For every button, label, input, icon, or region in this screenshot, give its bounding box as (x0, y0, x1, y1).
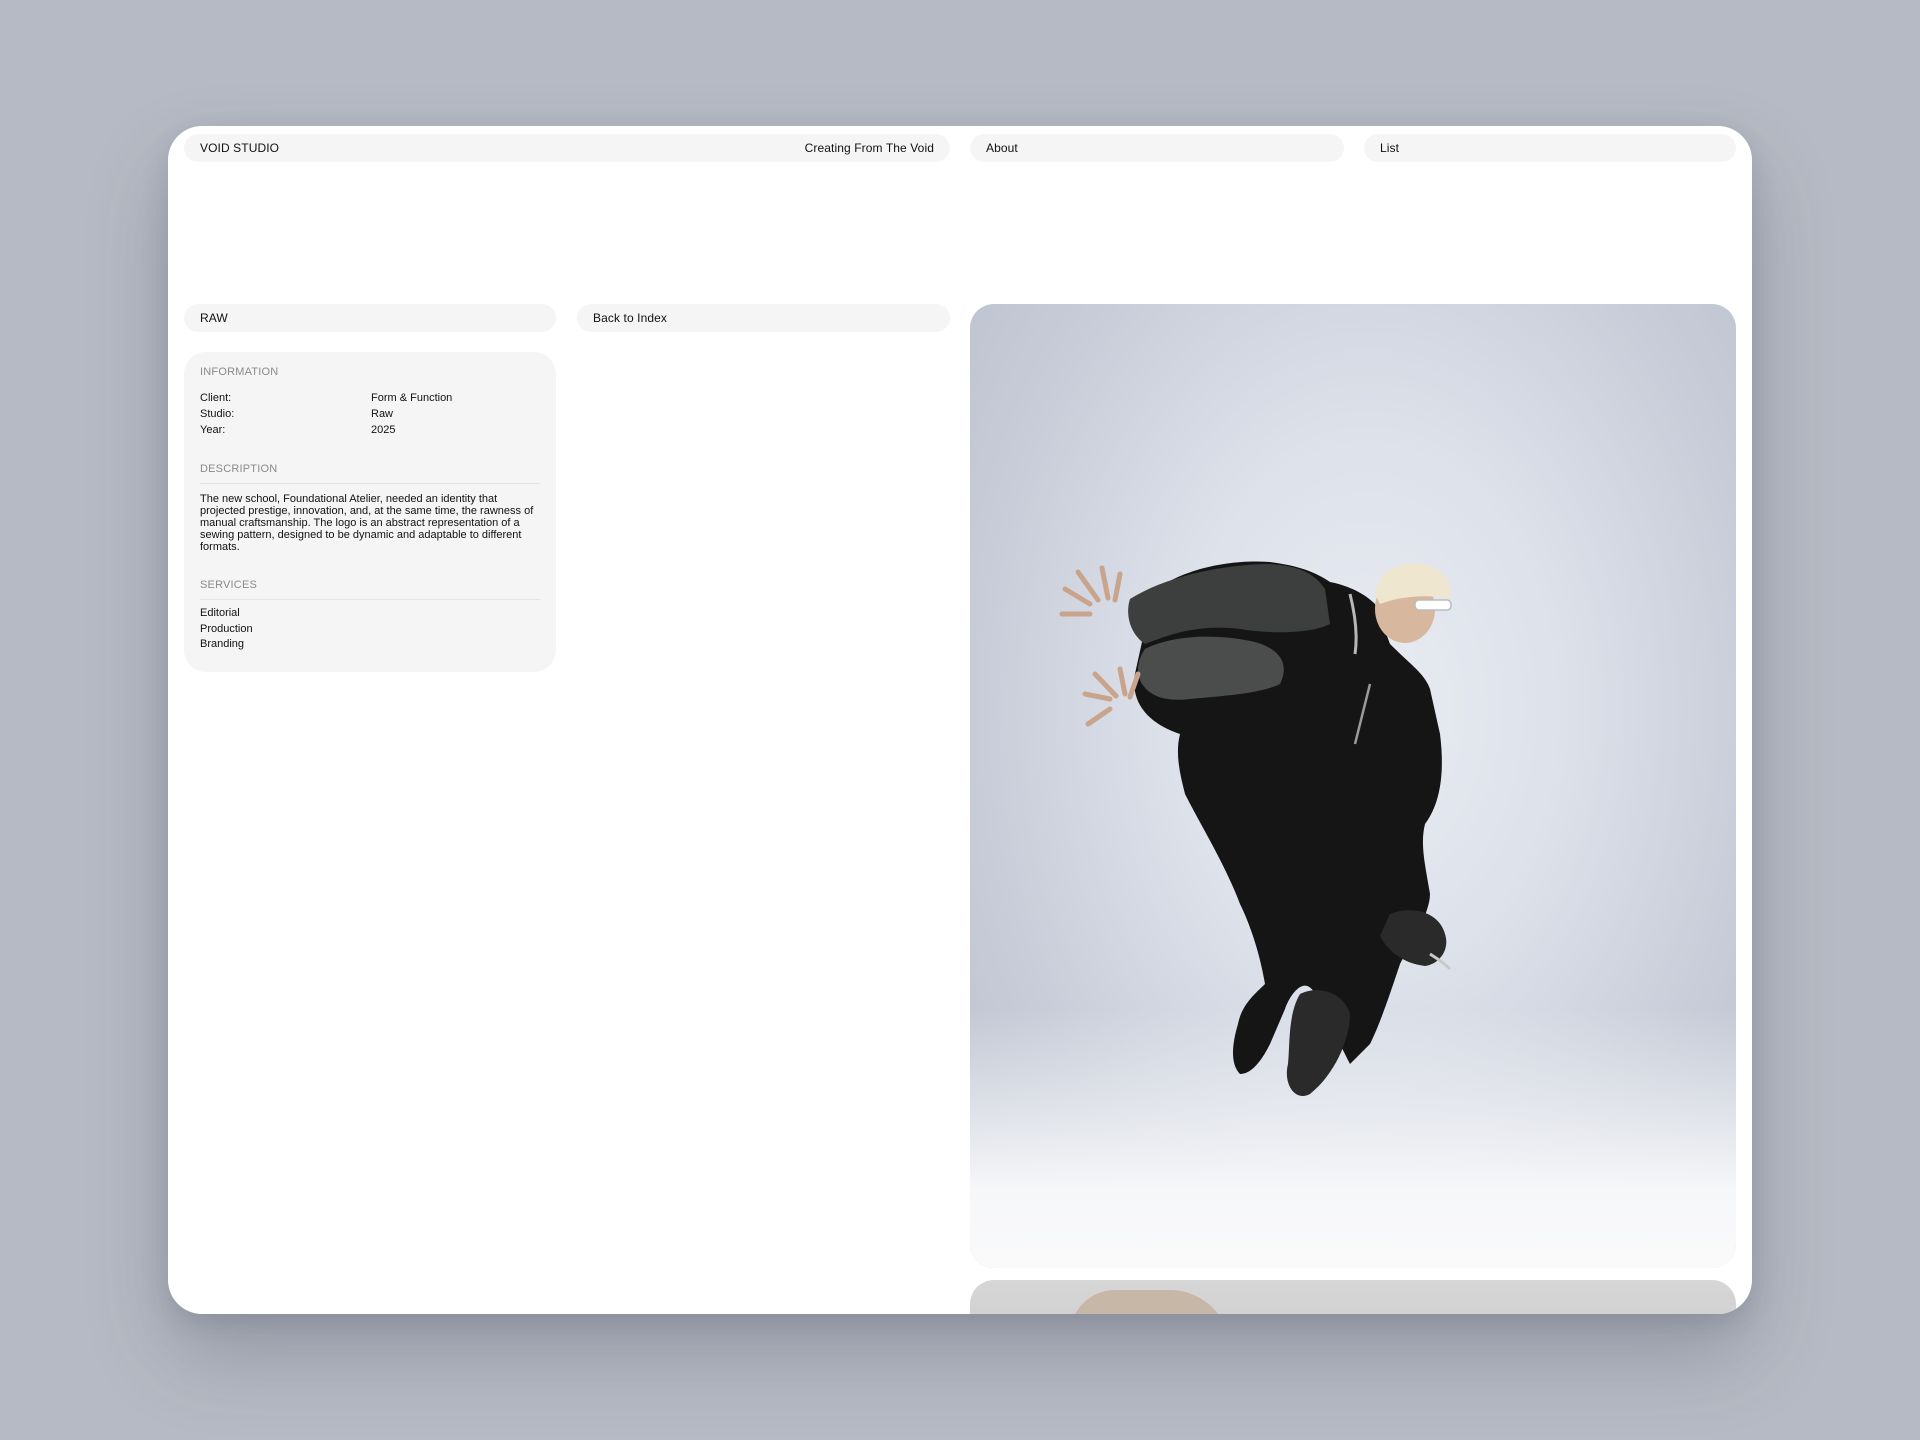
info-label-studio: Studio: (200, 408, 235, 420)
nav-list-label: List (1380, 141, 1400, 155)
nav-about-label: About (986, 141, 1018, 155)
information-heading: INFORMATION (200, 366, 279, 378)
description-text: The new school, Foundational Atelier, ne… (200, 493, 534, 553)
info-label-year: Year: (200, 424, 226, 436)
back-to-index-label: Back to Index (593, 311, 668, 325)
project-info-card: INFORMATION Client: Form & Function Stud… (184, 352, 556, 672)
preview-image-shape (1070, 1290, 1230, 1314)
services-heading: SERVICES (200, 579, 540, 600)
nav-list-button[interactable]: List (1364, 134, 1736, 162)
nav-about-button[interactable]: About (970, 134, 1344, 162)
info-value-studio: Raw (371, 408, 394, 420)
gallery-image-preview (970, 1280, 1736, 1314)
information-table: Client: Form & Function Studio: Raw Year… (200, 392, 540, 437)
hero-image-jumping-figure (970, 304, 1736, 1268)
studio-tagline: Creating From The Void (804, 141, 934, 155)
service-item: Branding (200, 638, 245, 650)
info-value-year: 2025 (371, 424, 396, 436)
studio-logo-text[interactable]: VOID STUDIO (200, 134, 279, 162)
jumping-dancer-illustration (1059, 561, 1452, 1096)
services-list: Editorial Production Branding (200, 606, 540, 653)
browser-window: VOID STUDIO Creating From The Void About… (168, 126, 1752, 1314)
info-label-client: Client: (200, 392, 232, 404)
description-heading: DESCRIPTION (200, 463, 540, 484)
info-value-client: Form & Function (371, 392, 453, 404)
service-item: Editorial (200, 607, 240, 619)
project-title-bar: RAW (184, 304, 556, 332)
service-item: Production (200, 622, 253, 635)
back-to-index-button[interactable]: Back to Index (577, 304, 950, 332)
header-brand-bar: VOID STUDIO Creating From The Void (184, 134, 950, 162)
project-title: RAW (200, 311, 228, 325)
